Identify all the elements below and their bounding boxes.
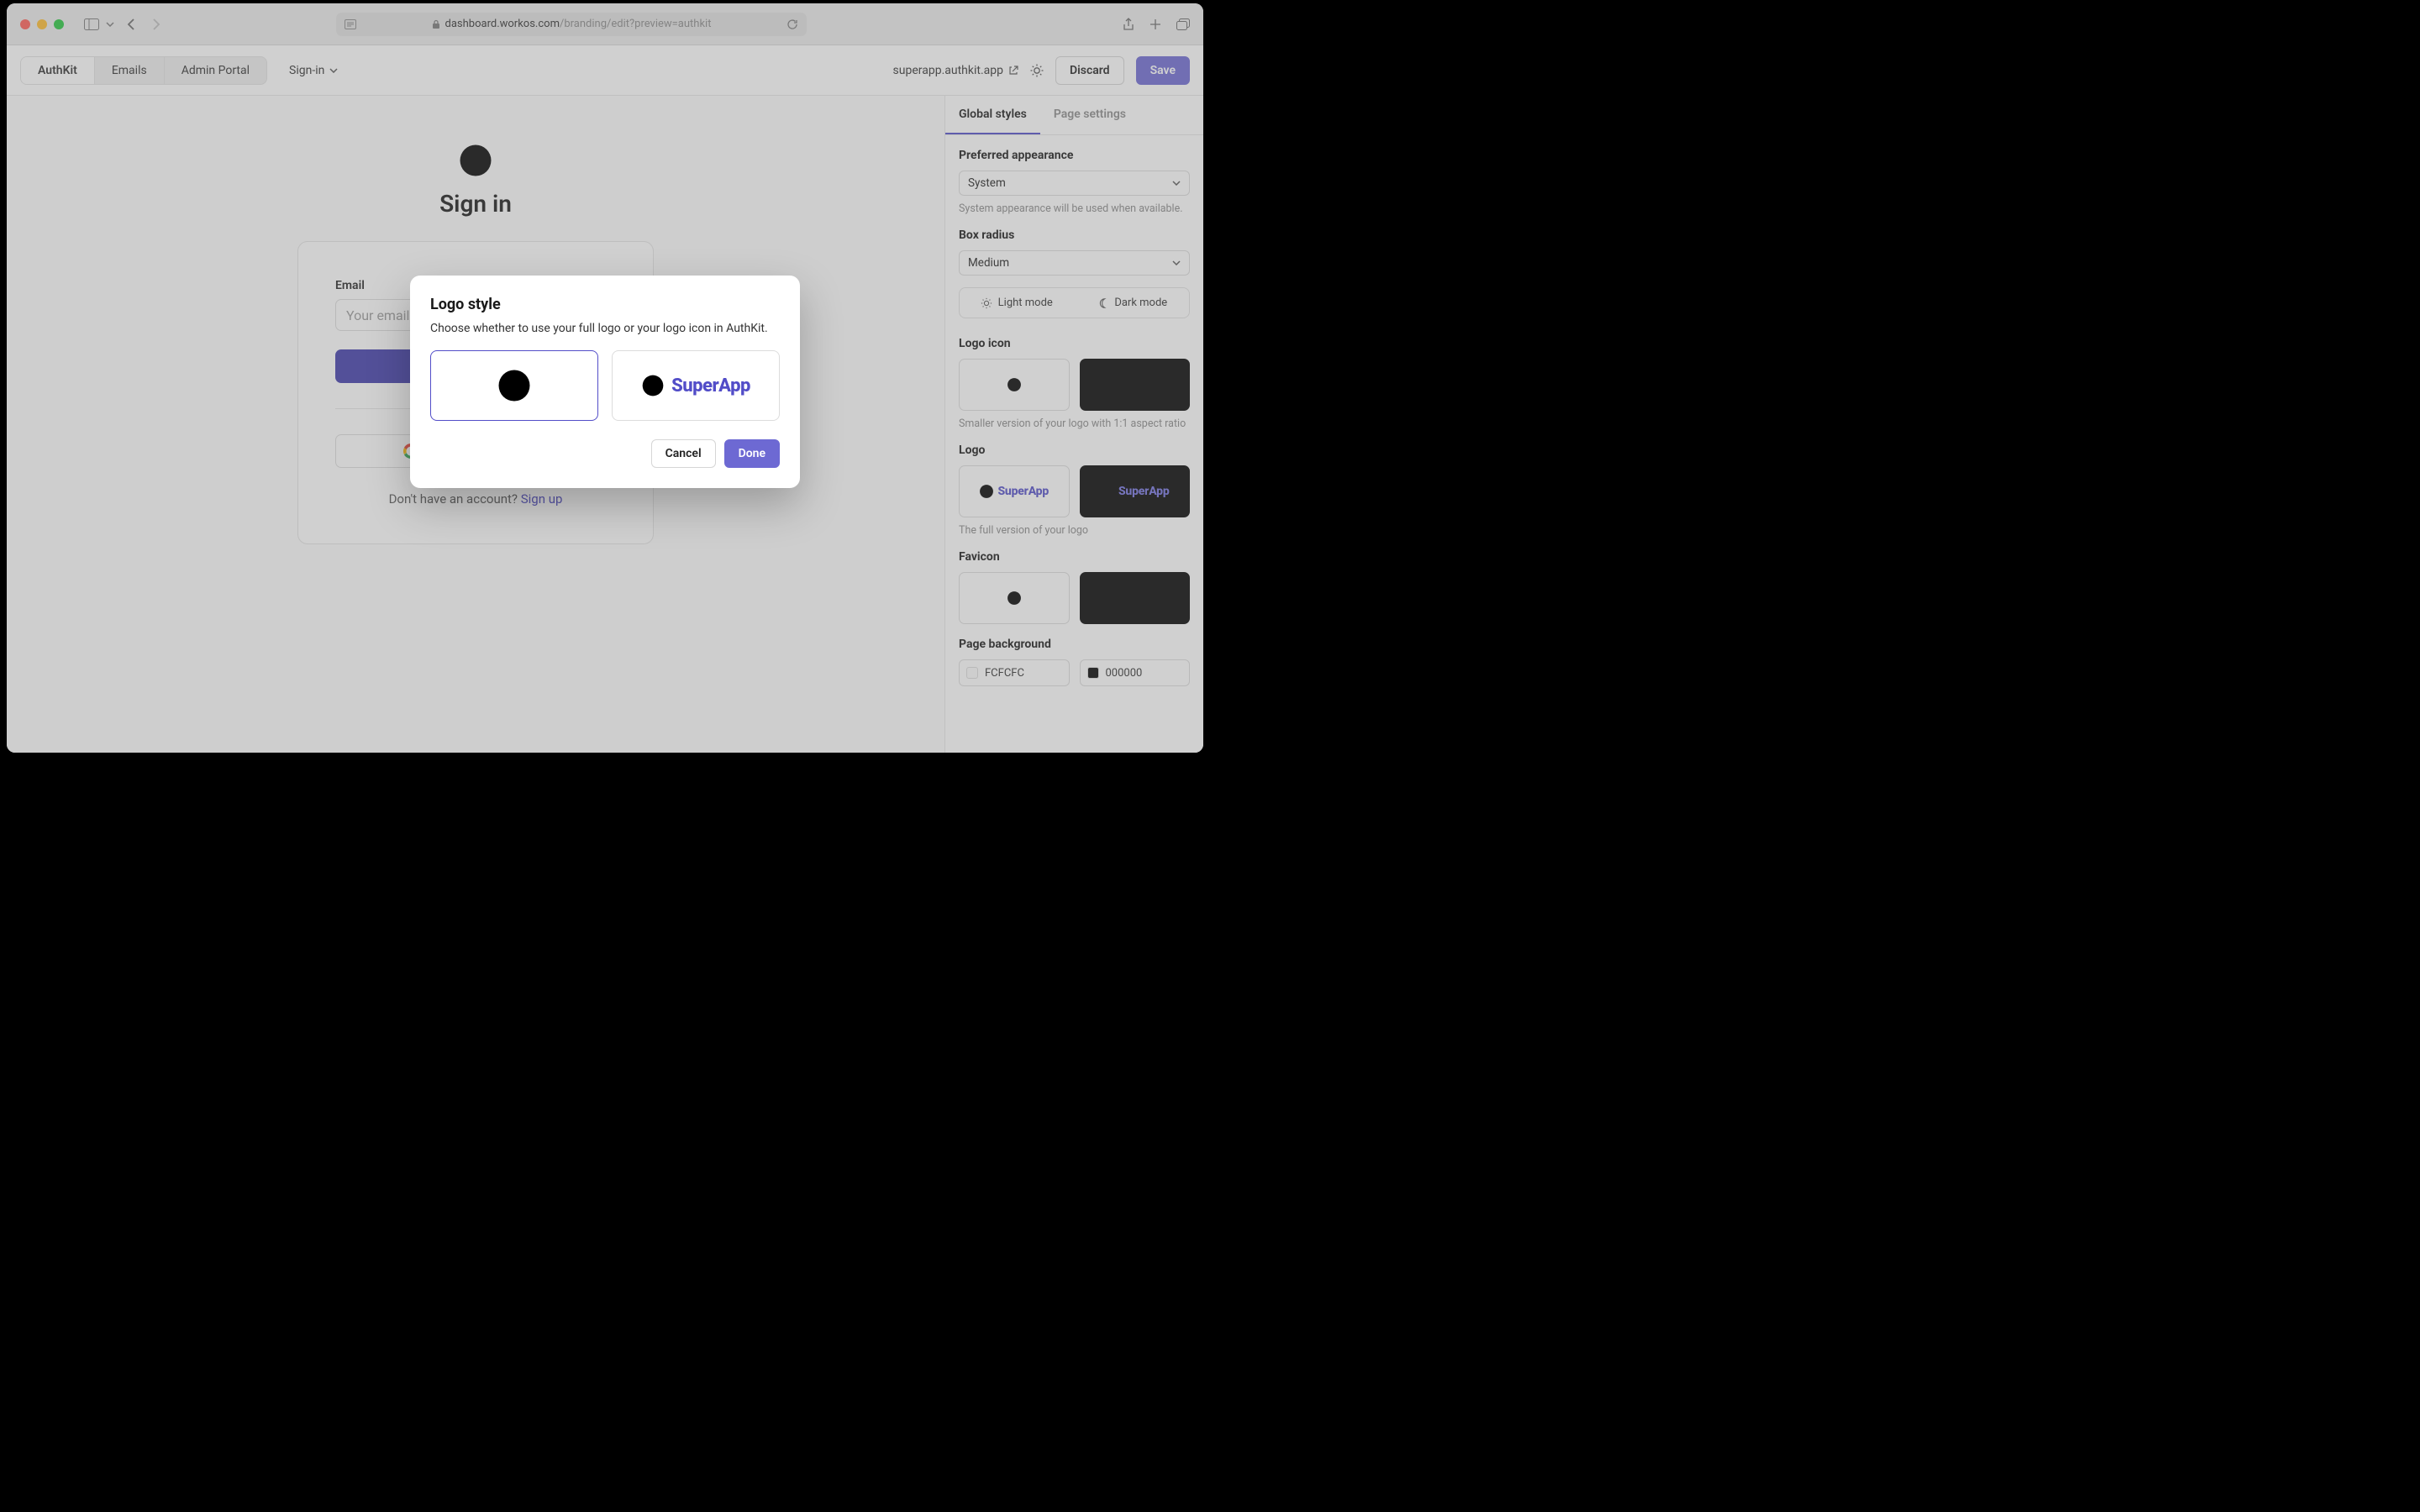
cancel-button[interactable]: Cancel (651, 439, 716, 468)
logo-option-icon[interactable] (430, 350, 598, 421)
brand-logo-icon (497, 368, 532, 403)
modal-description: Choose whether to use your full logo or … (430, 322, 780, 335)
brand-logo-icon (641, 374, 665, 397)
modal-overlay[interactable]: Logo style Choose whether to use your fu… (7, 3, 1203, 753)
logo-style-modal: Logo style Choose whether to use your fu… (410, 276, 800, 488)
logo-option-full[interactable]: SuperApp (612, 350, 780, 421)
modal-title: Logo style (430, 296, 780, 313)
brand-wordmark: SuperApp (671, 375, 750, 396)
done-button[interactable]: Done (724, 439, 780, 468)
